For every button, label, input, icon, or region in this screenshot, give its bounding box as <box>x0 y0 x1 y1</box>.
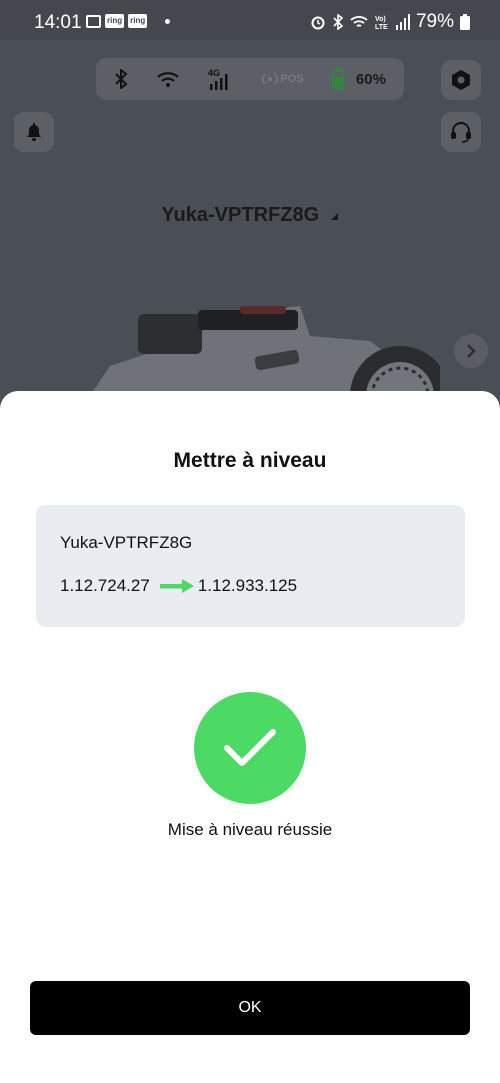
firmware-info-card: Yuka-VPTRFZ8G 1.12.724.27 1.12.933.125 <box>36 505 465 627</box>
robot-name: Yuka-VPTRFZ8G <box>161 204 320 226</box>
svg-text:4G: 4G <box>208 68 220 78</box>
cellular-4g-icon: 4G <box>208 68 228 90</box>
ring-icon: ring <box>105 14 125 28</box>
success-message: Mise à niveau réussie <box>167 820 333 839</box>
ring-icon: ring <box>128 14 148 28</box>
pos-status: POS <box>261 70 304 88</box>
robot-battery-percent: 60% <box>355 70 386 88</box>
more-notifications-dot <box>165 18 171 24</box>
bell-icon <box>27 123 41 141</box>
volte-icon: Vo)LTE <box>375 16 388 31</box>
wifi-icon <box>157 72 179 87</box>
robot-name-selector[interactable]: Yuka-VPTRFZ8G <box>0 204 500 227</box>
bluetooth-icon <box>115 69 128 89</box>
headset-icon <box>451 122 471 143</box>
gps-signal-icon <box>261 73 278 85</box>
status-time: 14:01 <box>34 12 82 33</box>
sheet-title: Mettre à niveau <box>173 449 327 472</box>
current-version: 1.12.724.27 <box>60 576 150 595</box>
robot-battery-icon <box>331 68 344 90</box>
system-icons: Vo) LTE 79% <box>310 11 470 33</box>
new-version: 1.12.933.125 <box>197 576 298 595</box>
settings-button[interactable] <box>441 60 481 100</box>
signal-icon <box>395 14 410 30</box>
pos-label: POS <box>280 73 304 85</box>
bluetooth-icon <box>333 14 344 30</box>
support-button[interactable] <box>441 112 481 152</box>
hexagon-settings-icon <box>452 70 470 90</box>
upgrade-bottom-sheet: Mettre à niveau Yuka-VPTRFZ8G 1.12.724.2… <box>0 391 500 1083</box>
notification-icons: ring ring <box>86 14 171 28</box>
alarm-icon <box>311 16 325 30</box>
robot-dashboard-background: 4G POS 60% Yuka-VPTRFZ8G <box>0 40 500 400</box>
connection-status-bar: 4G POS 60% <box>96 58 404 100</box>
gallery-icon <box>86 14 101 28</box>
notifications-button[interactable] <box>14 112 54 152</box>
robot-battery: 60% <box>331 68 386 90</box>
device-name: Yuka-VPTRFZ8G <box>60 533 193 552</box>
checkmark-icon <box>224 729 276 766</box>
battery-percent: 79% <box>415 11 454 32</box>
wifi-icon <box>350 16 368 27</box>
success-indicator <box>194 692 306 804</box>
version-row: 1.12.724.27 1.12.933.125 <box>60 576 297 596</box>
arrow-right-icon <box>159 579 194 593</box>
status-bar: 14:01 ring ring Vo) LTE 79% <box>0 0 500 40</box>
chevron-right-icon <box>467 344 476 358</box>
svg-text:Vo): Vo) <box>375 16 386 23</box>
robot-mower-image <box>90 306 440 396</box>
battery-icon <box>460 14 470 30</box>
dropdown-triangle-icon <box>330 213 338 220</box>
next-robot-button[interactable] <box>454 334 488 368</box>
ok-button[interactable]: OK <box>30 981 470 1035</box>
svg-text:LTE: LTE <box>375 24 388 31</box>
